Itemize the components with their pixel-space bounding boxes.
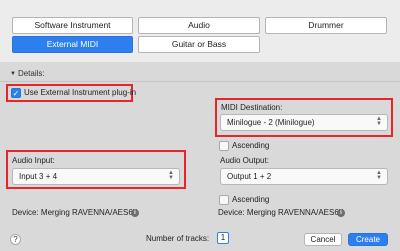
- ascending-checkbox-1[interactable]: [219, 141, 229, 151]
- chevron-up-down-icon: ▲ ▼: [376, 170, 382, 181]
- midi-destination-label: MIDI Destination:: [221, 103, 283, 112]
- audio-output-popup[interactable]: Output 1 + 2 ▲ ▼: [220, 168, 388, 185]
- chevron-up-down-icon: ▲ ▼: [376, 116, 382, 127]
- number-of-tracks-field[interactable]: 1: [217, 232, 229, 244]
- midi-destination-value: Minilogue - 2 (Minilogue): [227, 118, 315, 127]
- drummer-button[interactable]: Drummer: [265, 17, 387, 34]
- cancel-button[interactable]: Cancel: [304, 233, 342, 246]
- info-icon[interactable]: i: [337, 209, 345, 217]
- audio-button[interactable]: Audio: [138, 17, 260, 34]
- ascending-label-1: Ascending: [232, 141, 270, 150]
- guitar-or-bass-button[interactable]: Guitar or Bass: [138, 36, 260, 53]
- info-icon[interactable]: i: [131, 209, 139, 217]
- details-disclosure[interactable]: ▼ Details:: [10, 69, 45, 78]
- device-label-left: Device: Merging RAVENNA/AES67: [12, 208, 138, 217]
- create-button[interactable]: Create: [348, 233, 388, 246]
- use-external-plugin-checkbox[interactable]: ✓: [11, 88, 21, 98]
- divider: [0, 81, 400, 82]
- audio-output-value: Output 1 + 2: [227, 172, 272, 181]
- external-midi-button[interactable]: External MIDI: [12, 36, 133, 53]
- audio-input-popup[interactable]: Input 3 + 4 ▲ ▼: [12, 168, 180, 185]
- chevron-up-down-icon: ▲ ▼: [168, 170, 174, 181]
- details-label: Details:: [17, 69, 45, 78]
- audio-input-label: Audio Input:: [12, 156, 55, 165]
- software-instrument-button[interactable]: Software Instrument: [12, 17, 133, 34]
- use-external-plugin-label: Use External Instrument plug-in: [24, 88, 137, 97]
- audio-output-label: Audio Output:: [220, 156, 269, 165]
- track-type-panel: Software Instrument Audio Drummer Extern…: [0, 0, 400, 62]
- disclosure-triangle-icon: ▼: [10, 71, 16, 77]
- help-button[interactable]: ?: [10, 234, 21, 245]
- audio-input-value: Input 3 + 4: [19, 172, 58, 181]
- ascending-checkbox-2[interactable]: [219, 195, 229, 205]
- device-label-right: Device: Merging RAVENNA/AES67: [218, 208, 344, 217]
- ascending-label-2: Ascending: [232, 195, 270, 204]
- midi-destination-popup[interactable]: Minilogue - 2 (Minilogue) ▲ ▼: [220, 114, 388, 131]
- number-of-tracks-label: Number of tracks:: [146, 234, 210, 243]
